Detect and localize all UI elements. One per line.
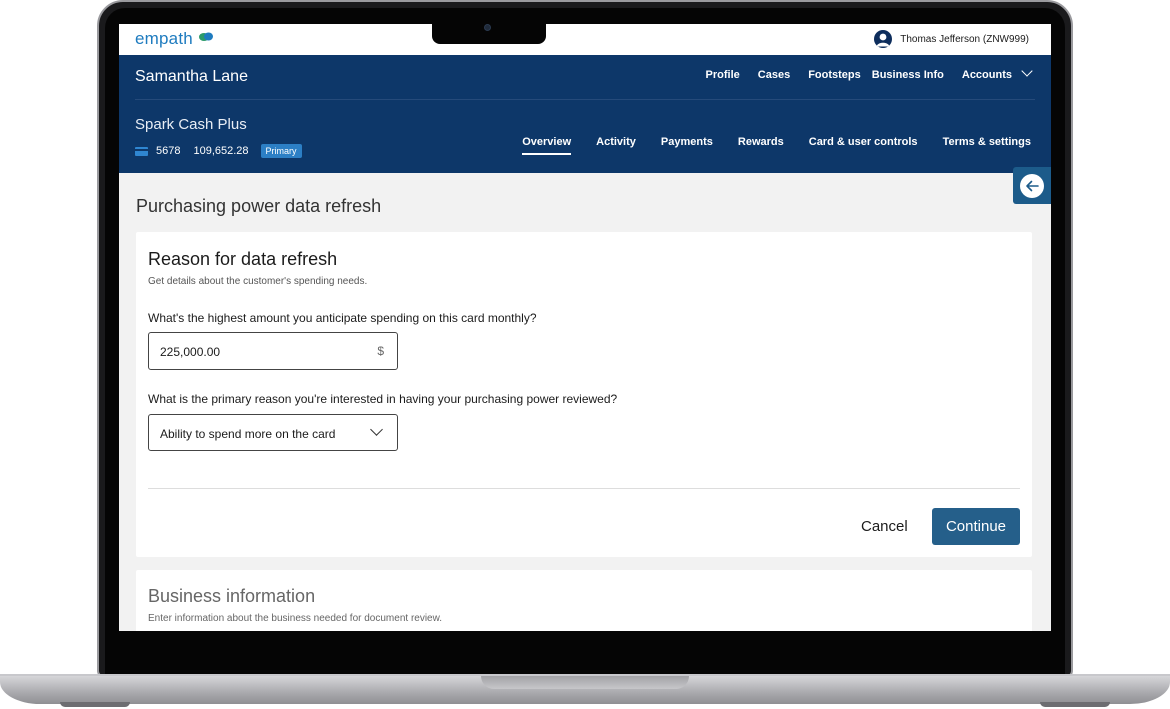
- continue-button[interactable]: Continue: [932, 508, 1020, 545]
- business-info-subtitle: Enter information about the business nee…: [148, 613, 443, 624]
- tab-activity[interactable]: Activity: [596, 136, 636, 153]
- chevron-down-icon: [370, 423, 383, 436]
- tab-payments[interactable]: Payments: [661, 136, 713, 153]
- cancel-button[interactable]: Cancel: [861, 518, 908, 535]
- currency-suffix: $: [377, 344, 384, 358]
- panel-title: Reason for data refresh: [148, 249, 338, 269]
- business-info-title: Business information: [148, 586, 316, 606]
- header-divider: [135, 99, 1035, 100]
- laptop-frame: empath Thomas Jefferson (ZNW999) Samanth…: [0, 0, 1170, 709]
- nav-link-footsteps[interactable]: Footsteps: [808, 69, 861, 81]
- user-name: Thomas Jefferson (ZNW999): [900, 33, 1029, 45]
- monthly-spend-label: What's the highest amount you anticipate…: [148, 311, 537, 325]
- camera-notch: [432, 24, 546, 44]
- customer-header: Samantha Lane Profile Cases Footsteps Bu…: [119, 55, 1051, 173]
- credit-card-icon: [135, 146, 148, 156]
- monthly-spend-value: 225,000.00: [160, 345, 221, 359]
- nav-link-accounts[interactable]: Accounts: [961, 65, 1033, 81]
- data-refresh-panel: Reason for data refresh Get details abou…: [136, 232, 1032, 557]
- header-nav: Profile Cases Footsteps Business Info Ac…: [695, 65, 1033, 81]
- nav-link-business-info[interactable]: Business Info: [872, 69, 944, 81]
- review-reason-value: Ability to spend more on the card: [160, 427, 336, 441]
- arrow-left-icon: [1020, 173, 1044, 198]
- camera-icon: [484, 24, 491, 31]
- panel-subtitle: Get details about the customer's spendin…: [148, 276, 368, 287]
- card-last4: 5678: [156, 145, 181, 157]
- account-tabs: Overview Activity Payments Rewards Card …: [497, 136, 1031, 155]
- tab-terms-settings[interactable]: Terms & settings: [943, 136, 1031, 153]
- card-name: Spark Cash Plus: [135, 116, 247, 133]
- logo-mark-icon: [199, 32, 213, 41]
- chevron-down-icon: [1021, 65, 1033, 77]
- user-avatar-icon: [874, 30, 893, 48]
- user-menu[interactable]: Thomas Jefferson (ZNW999): [874, 30, 1029, 48]
- primary-badge: Primary: [260, 144, 302, 158]
- review-reason-select[interactable]: Ability to spend more on the card: [148, 414, 398, 451]
- app-screen: empath Thomas Jefferson (ZNW999) Samanth…: [119, 24, 1051, 631]
- tab-card-user-controls[interactable]: Card & user controls: [809, 136, 918, 153]
- tab-overview[interactable]: Overview: [522, 136, 571, 155]
- customer-name: Samantha Lane: [135, 68, 248, 85]
- nav-link-profile[interactable]: Profile: [706, 69, 740, 81]
- empath-logo: empath: [135, 29, 193, 48]
- top-bar: empath Thomas Jefferson (ZNW999): [119, 24, 1051, 55]
- nav-link-accounts-label: Accounts: [961, 69, 1012, 81]
- card-meta: 5678 109,652.28 Primary: [135, 144, 302, 158]
- laptop-foot-right: [1040, 702, 1110, 707]
- panel-divider: [148, 488, 1020, 489]
- card-balance: 109,652.28: [193, 145, 249, 157]
- tab-rewards[interactable]: Rewards: [738, 136, 784, 153]
- back-button[interactable]: [1013, 167, 1051, 204]
- business-info-panel: Business information Enter information a…: [136, 570, 1032, 631]
- nav-link-cases[interactable]: Cases: [758, 69, 790, 81]
- page-title: Purchasing power data refresh: [136, 196, 382, 216]
- laptop-groove: [481, 676, 689, 689]
- laptop-foot-left: [60, 702, 130, 707]
- review-reason-label: What is the primary reason you're intere…: [148, 392, 618, 406]
- monthly-spend-input[interactable]: 225,000.00 $: [148, 332, 398, 370]
